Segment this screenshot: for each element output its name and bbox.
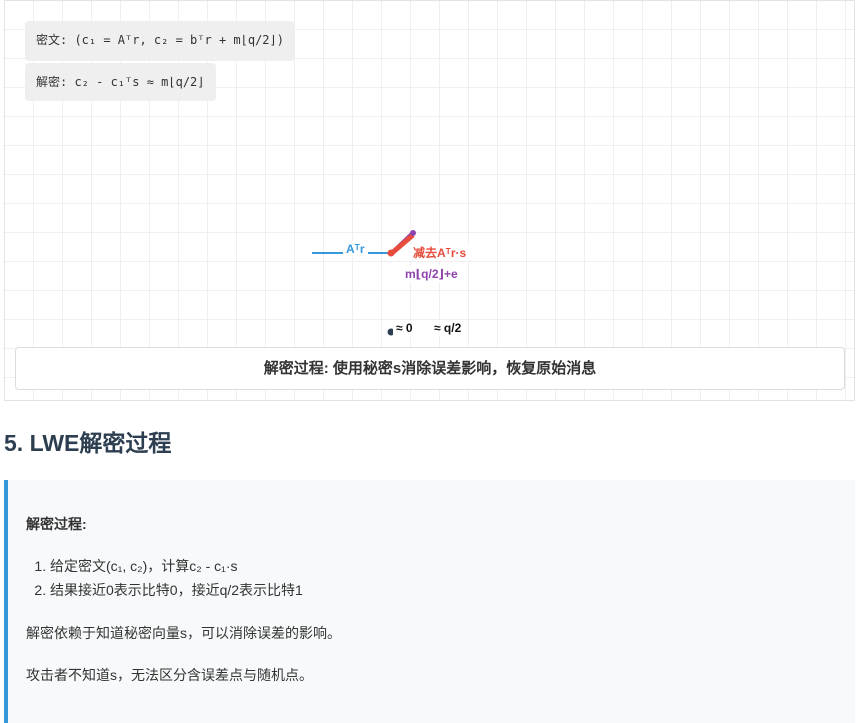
steps-list: 给定密文(c₁, c₂)，计算c₂ - c₁·s 结果接近0表示比特0，接近q/… <box>26 554 303 602</box>
atr-label: Aᵀr <box>343 241 368 257</box>
section-title: 5. LWE解密过程 <box>4 430 172 456</box>
half-q-label: ≈ q/2 <box>431 320 465 336</box>
subtract-label: 减去Aᵀr·s <box>410 245 470 261</box>
decryption-note: 解密过程: 给定密文(c₁, c₂)，计算c₂ - c₁·s 结果接近0表示比特… <box>4 480 855 723</box>
list-item: 给定密文(c₁, c₂)，计算c₂ - c₁·s <box>50 554 303 578</box>
zero-label: ≈ 0 <box>393 320 416 336</box>
vector-diagram <box>312 230 416 336</box>
endpoint-dot <box>410 230 416 236</box>
note-paragraph: 攻击者不知道s，无法区分含误差点与随机点。 <box>26 667 313 683</box>
list-item: 结果接近0表示比特0，接近q/2表示比特1 <box>50 578 303 602</box>
decryption-visualization: 密文: (c₁ = Aᵀr, c₂ = bᵀr + m⌊q/2⌋) 解密: c₂… <box>4 0 855 401</box>
note-title: 解密过程: <box>26 516 87 532</box>
message-label: m⌊q/2⌋+e <box>402 266 461 282</box>
vector-origin-dot <box>387 249 395 257</box>
viz-caption: 解密过程: 使用秘密s消除误差影响，恢复原始消息 <box>15 347 845 390</box>
note-paragraph: 解密依赖于知道秘密向量s，可以消除误差的影响。 <box>26 625 341 641</box>
